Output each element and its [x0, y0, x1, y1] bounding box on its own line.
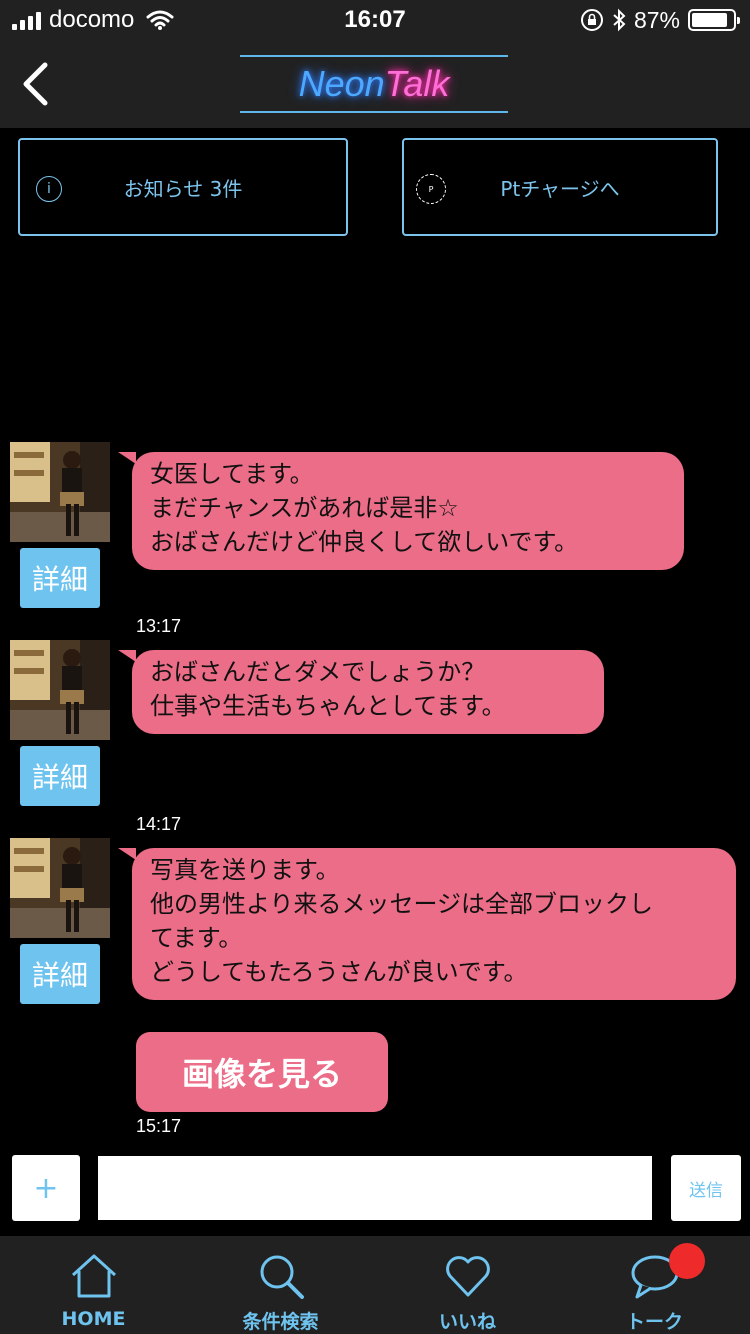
notification-badge	[669, 1243, 705, 1279]
notices-label: お知らせ 3件	[123, 176, 243, 201]
battery-percent: 87%	[633, 6, 680, 33]
avatar[interactable]	[10, 838, 110, 938]
message-line: おばさんだとダメでしょうか？	[150, 658, 486, 686]
detail-button[interactable]: 詳細	[20, 746, 100, 806]
send-button[interactable]: 送信	[671, 1155, 741, 1221]
detail-button[interactable]: 詳細	[20, 548, 100, 608]
tab-talk[interactable]: トーク	[561, 1236, 748, 1334]
avatar[interactable]	[10, 640, 110, 740]
app-logo: NeonTalk	[240, 55, 508, 113]
tab-label: トーク	[625, 1311, 683, 1333]
message-line: 写真を送ります。	[150, 856, 340, 884]
home-icon	[71, 1254, 116, 1298]
tab-bar: HOME 条件検索 いいね トーク	[0, 1236, 750, 1334]
message-input[interactable]	[98, 1156, 652, 1220]
message-line: 仕事や生活もちゃんとしてます。	[150, 692, 506, 720]
attach-button[interactable]: +	[12, 1155, 80, 1221]
notices-button[interactable]: i お知らせ 3件	[18, 138, 348, 236]
point-charge-button[interactable]: P Ptチャージへ	[402, 138, 718, 236]
avatar[interactable]	[10, 442, 110, 542]
message-timestamp: 15:17	[136, 1116, 182, 1136]
logo-neon: Neon	[298, 63, 385, 104]
orientation-lock-icon	[580, 9, 603, 31]
tab-label: HOME	[61, 1308, 126, 1330]
logo-talk: Talk	[384, 63, 450, 104]
view-image-button[interactable]: 画像を見る	[136, 1032, 388, 1112]
back-button[interactable]	[10, 58, 60, 110]
bluetooth-icon	[613, 8, 626, 32]
tab-search[interactable]: 条件検索	[187, 1236, 374, 1334]
detail-button[interactable]: 詳細	[20, 944, 100, 1004]
message-line: まだチャンスがあれば是非☆	[150, 494, 459, 522]
battery-icon	[688, 9, 740, 31]
status-bar: docomo 16:07 87%	[0, 0, 750, 40]
chevron-left-icon	[23, 62, 48, 106]
tab-likes[interactable]: いいね	[374, 1236, 561, 1334]
message-line: 他の男性より来るメッセージは全部ブロックし	[150, 890, 654, 918]
heart-icon	[445, 1255, 490, 1296]
tab-label: いいね	[438, 1311, 496, 1333]
tab-home[interactable]: HOME	[0, 1236, 187, 1334]
message-bubble: おばさんだとダメでしょうか？ 仕事や生活もちゃんとしてます。	[118, 650, 604, 734]
message-timestamp: 13:17	[136, 616, 182, 636]
message-timestamp: 14:17	[136, 814, 182, 834]
message-line: 女医してます。	[150, 460, 314, 488]
tab-label: 条件検索	[242, 1311, 319, 1333]
nav-bar: NeonTalk	[0, 40, 750, 128]
message-line: てます。	[150, 924, 243, 952]
search-icon	[260, 1255, 304, 1299]
message-bubble: 女医してます。 まだチャンスがあれば是非☆ おばさんだけど仲良くして欲しいです。	[118, 452, 684, 570]
point-charge-label: Ptチャージへ	[500, 176, 620, 201]
message-line: おばさんだけど仲良くして欲しいです。	[150, 528, 579, 556]
message-bubble: 写真を送ります。 他の男性より来るメッセージは全部ブロックし てます。 どうして…	[118, 848, 736, 1000]
message-line: どうしてもたろうさんが良いです。	[150, 958, 528, 986]
